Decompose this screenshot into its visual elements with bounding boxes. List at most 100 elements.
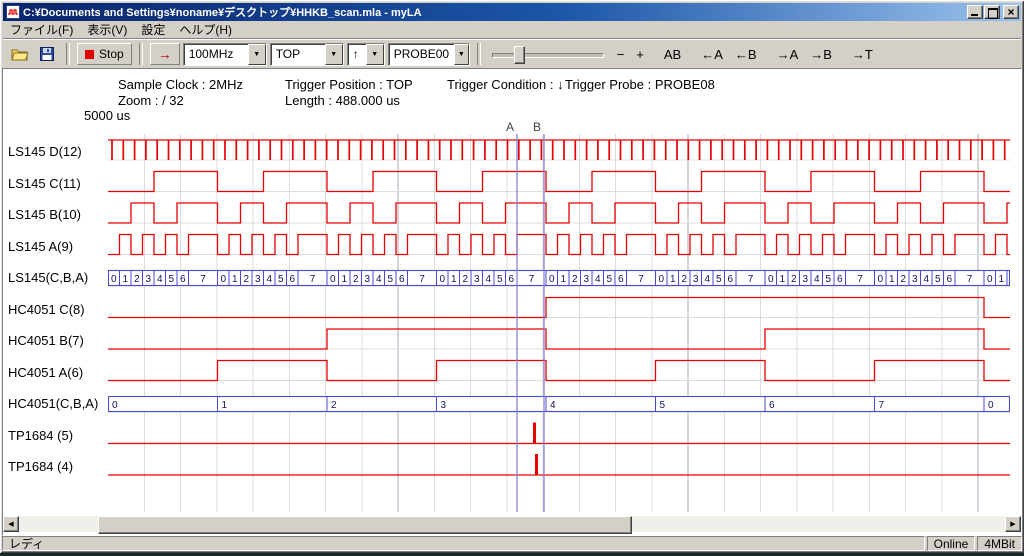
channel-label: HC4051 B(7) — [8, 333, 84, 348]
bus-value: 2 — [682, 274, 688, 285]
zoom-button-group: −+ AB ←A←B →A→B →T — [611, 43, 879, 65]
bus-value: 0 — [549, 274, 555, 285]
sample-clock-info: Sample Clock : 2MHz — [118, 77, 243, 92]
channel-label: TP1684 (5) — [8, 428, 73, 443]
scroll-left-icon: ◀ — [8, 520, 13, 528]
trigger-edge-select[interactable]: ↑ ▼ — [347, 43, 385, 66]
channel-label: HC4051 C(8) — [8, 302, 85, 317]
bus-value: 3 — [146, 274, 152, 285]
bus-value: 4 — [550, 400, 556, 411]
waveform-trace — [108, 329, 1010, 349]
bus-value: 6 — [180, 274, 186, 285]
save-button[interactable] — [35, 43, 59, 65]
bus-value: 6 — [399, 274, 405, 285]
zoom-slider-handle[interactable] — [514, 46, 525, 64]
bus-value: 3 — [912, 274, 918, 285]
bus-value: 3 — [474, 274, 480, 285]
stop-button[interactable]: Stop — [77, 43, 132, 65]
channel-label: TP1684 (4) — [8, 459, 73, 474]
chevron-down-icon[interactable]: ▼ — [366, 44, 384, 65]
zoom-button-2[interactable]: + — [630, 43, 650, 65]
bus-value: 1 — [222, 400, 228, 411]
channel-label: LS145 B(10) — [8, 207, 81, 222]
trigger-probe-info: Trigger Probe : PROBE08 — [565, 77, 715, 92]
chevron-down-icon[interactable]: ▼ — [454, 44, 469, 65]
pulse-mark — [533, 423, 536, 444]
toolbar-separator — [139, 43, 143, 65]
trigger-edge-value: ↑ — [348, 44, 366, 65]
bus-value: 5 — [169, 274, 175, 285]
menu-item[interactable]: 表示(V) — [80, 20, 134, 39]
status-online: Online — [927, 536, 976, 551]
bus-value: 0 — [221, 274, 227, 285]
waveform-trace — [108, 298, 1010, 318]
bus-value: 7 — [638, 274, 644, 285]
scrollbar-track[interactable] — [19, 516, 1005, 532]
trigger-probe-select[interactable]: PROBE00 ▼ — [388, 43, 470, 66]
scroll-left-button[interactable]: ◀ — [3, 516, 19, 532]
bus-value: 3 — [584, 274, 590, 285]
zoom-button-3[interactable]: AB — [658, 43, 687, 65]
clock-ticks — [112, 140, 1005, 160]
trigger-position-select[interactable]: TOP ▼ — [270, 43, 344, 66]
chevron-down-icon[interactable]: ▼ — [325, 44, 343, 65]
bus-value: 5 — [716, 274, 722, 285]
waveform-trace — [108, 361, 1010, 381]
bus-value: 2 — [244, 274, 250, 285]
marker-label: B — [533, 120, 541, 134]
toolbar-separator — [477, 43, 481, 65]
bus-value: 7 — [748, 274, 754, 285]
zoom-info: Zoom : / 32 — [118, 93, 184, 108]
scrollbar-thumb[interactable] — [98, 516, 632, 534]
sample-clock-select[interactable]: 100MHz ▼ — [183, 43, 267, 66]
sample-clock-value: 100MHz — [184, 44, 248, 65]
bus-value: 0 — [768, 274, 774, 285]
close-icon: × — [1007, 7, 1014, 17]
menu-item[interactable]: 設定 — [134, 20, 172, 39]
title-bar[interactable]: C:¥Documents and Settings¥noname¥デスクトップ¥… — [3, 3, 1021, 21]
trigger-probe-value: PROBE00 — [389, 44, 454, 65]
bus-value: 5 — [826, 274, 832, 285]
bus-value: 7 — [200, 274, 206, 285]
toolbar-separator — [66, 43, 70, 65]
bus-value: 6 — [947, 274, 953, 285]
scroll-right-button[interactable]: ▶ — [1005, 516, 1021, 532]
minimize-button[interactable] — [967, 5, 983, 19]
toolbar: Stop → 100MHz ▼ TOP ▼ ↑ ▼ PROBE00 ▼ −+ AB… — [3, 38, 1021, 69]
zoom-button-1[interactable]: − — [611, 43, 631, 65]
bus-value: 0 — [330, 274, 336, 285]
zoom-slider[interactable] — [492, 43, 604, 65]
floppy-icon — [40, 47, 54, 61]
bus-value: 3 — [365, 274, 371, 285]
close-button[interactable]: × — [1003, 5, 1019, 19]
window-title: C:¥Documents and Settings¥noname¥デスクトップ¥… — [23, 4, 966, 20]
bus-value: 3 — [441, 400, 447, 411]
horizontal-scrollbar[interactable]: ◀ ▶ — [3, 516, 1021, 532]
bus-value: 0 — [111, 274, 117, 285]
bus-value: 7 — [310, 274, 316, 285]
maximize-button[interactable] — [984, 5, 1000, 19]
waveform-svg[interactable]: 0123456701234567012345670123456701234567… — [108, 120, 1010, 514]
run-button[interactable]: → — [150, 43, 180, 65]
bus-value: 0 — [112, 400, 118, 411]
menu-bar: ファイル(F)表示(V)設定ヘルプ(H) — [3, 21, 1021, 38]
trigger-position-value: TOP — [271, 44, 325, 65]
menu-item[interactable]: ヘルプ(H) — [172, 20, 239, 39]
bus-value: 5 — [278, 274, 284, 285]
bus-value: 1 — [670, 274, 676, 285]
zoom-button-5[interactable]: ←B — [729, 43, 763, 65]
zoom-button-4[interactable]: ←A — [695, 43, 729, 65]
bus-value: 7 — [419, 274, 425, 285]
length-info: Length : 488.000 us — [285, 93, 400, 108]
menu-item[interactable]: ファイル(F) — [3, 20, 80, 39]
open-file-button[interactable] — [8, 43, 32, 65]
status-memory: 4MBit — [977, 536, 1022, 551]
zoom-button-7[interactable]: →B — [804, 43, 838, 65]
bus-value: 6 — [837, 274, 843, 285]
bus-value: 6 — [509, 274, 515, 285]
chevron-down-icon[interactable]: ▼ — [248, 44, 266, 65]
zoom-button-6[interactable]: →A — [771, 43, 805, 65]
status-ready: レディ — [2, 536, 925, 551]
zoom-button-8[interactable]: →T — [846, 43, 879, 65]
channel-label: LS145 D(12) — [8, 144, 82, 159]
